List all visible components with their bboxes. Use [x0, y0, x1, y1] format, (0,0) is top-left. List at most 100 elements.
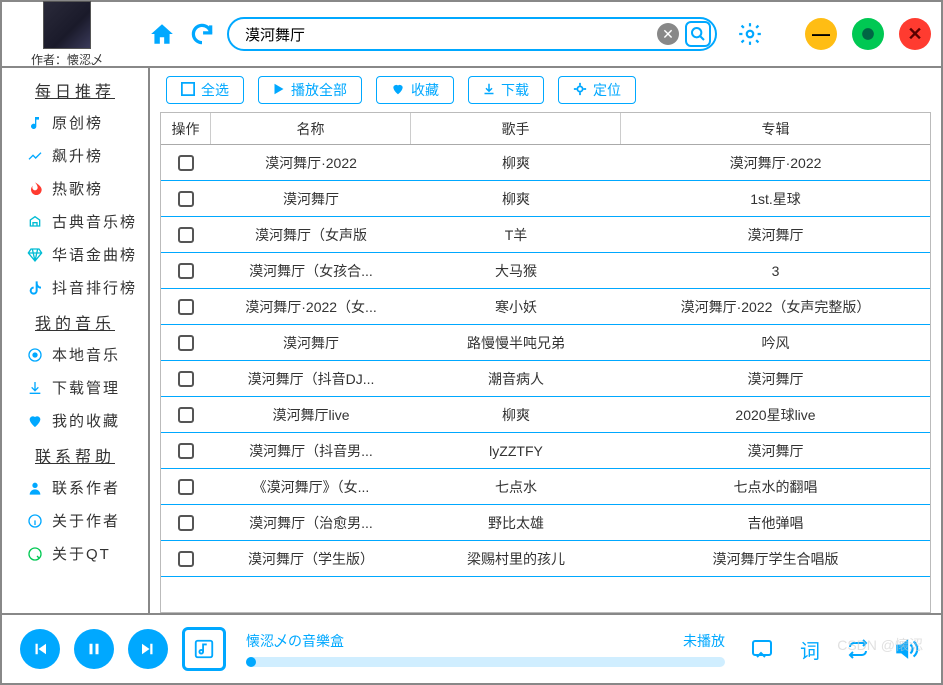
sidebar-item-label: 联系作者	[52, 477, 120, 498]
table-row[interactable]: 漠河舞厅（抖音男... lyZZTFY 漠河舞厅	[161, 433, 930, 469]
locate-button[interactable]: 定位	[558, 76, 636, 104]
content: 全选 播放全部 收藏 下载 定位 操作 名称 歌手	[150, 68, 941, 613]
table-row[interactable]: 漠河舞厅（学生版） 梁赐村里的孩儿 漠河舞厅学生合唱版	[161, 541, 930, 577]
minimize-button[interactable]: —	[805, 18, 837, 50]
table-row[interactable]: 漠河舞厅（女声版 T羊 漠河舞厅	[161, 217, 930, 253]
next-button[interactable]	[128, 629, 168, 669]
cell-artist: 寒小妖	[411, 297, 621, 317]
table-row[interactable]: 漠河舞厅·2022（女... 寒小妖 漠河舞厅·2022（女声完整版）	[161, 289, 930, 325]
lyric-button[interactable]: 词	[793, 632, 827, 666]
sidebar-item-label: 热歌榜	[52, 178, 103, 199]
sidebar-item-diamond[interactable]: 华语金曲榜	[2, 238, 148, 271]
cell-name: 漠河舞厅live	[211, 405, 411, 425]
sidebar-item-fire[interactable]: 热歌榜	[2, 172, 148, 205]
sidebar-item-classic[interactable]: 古典音乐榜	[2, 205, 148, 238]
table-row[interactable]: 漠河舞厅 路慢慢半吨兄弟 吟风	[161, 325, 930, 361]
prev-button[interactable]	[20, 629, 60, 669]
cell-name: 漠河舞厅（女孩合...	[211, 261, 411, 281]
search-input[interactable]	[245, 19, 657, 49]
playlist-icon[interactable]	[745, 632, 779, 666]
sidebar-item-chart[interactable]: 飙升榜	[2, 139, 148, 172]
cell-name: 漠河舞厅	[211, 333, 411, 353]
cell-artist: 七点水	[411, 477, 621, 497]
cell-artist: 柳爽	[411, 189, 621, 209]
locate-icon	[573, 82, 587, 99]
row-checkbox[interactable]	[161, 551, 211, 567]
author-label: 作者：懐涊乄	[31, 51, 103, 68]
sidebar-item-note[interactable]: 原创榜	[2, 106, 148, 139]
sidebar-item-qt[interactable]: 关于QT	[2, 537, 148, 570]
row-checkbox[interactable]	[161, 155, 211, 171]
play-all-button[interactable]: 播放全部	[258, 76, 362, 104]
table-row[interactable]: 漠河舞厅live 柳爽 2020星球live	[161, 397, 930, 433]
gear-icon[interactable]	[735, 19, 765, 49]
note-icon	[26, 114, 44, 132]
row-checkbox[interactable]	[161, 191, 211, 207]
refresh-icon[interactable]	[187, 19, 217, 49]
sidebar-item-label: 关于QT	[52, 543, 111, 564]
cell-name: 漠河舞厅·2022（女...	[211, 297, 411, 317]
row-checkbox[interactable]	[161, 335, 211, 351]
select-all-button[interactable]: 全选	[166, 76, 244, 104]
sidebar-header-contact: 联系帮助	[2, 437, 148, 471]
favorite-button[interactable]: 收藏	[376, 76, 454, 104]
table-row[interactable]: 漠河舞厅（女孩合... 大马猴 3	[161, 253, 930, 289]
sidebar: 每日推荐 原创榜飙升榜热歌榜古典音乐榜华语金曲榜抖音排行榜 我的音乐 本地音乐下…	[2, 68, 150, 613]
sidebar-header-daily: 每日推荐	[2, 72, 148, 106]
row-checkbox[interactable]	[161, 227, 211, 243]
table-body: 漠河舞厅·2022 柳爽 漠河舞厅·2022 漠河舞厅 柳爽 1st.星球 漠河…	[161, 145, 930, 612]
table-header: 操作 名称 歌手 专辑	[161, 113, 930, 145]
cell-name: 漠河舞厅（女声版	[211, 225, 411, 245]
table-row[interactable]: 漠河舞厅（治愈男... 野比太雄 吉他弹唱	[161, 505, 930, 541]
fire-icon	[26, 180, 44, 198]
sidebar-item-heart[interactable]: 我的收藏	[2, 404, 148, 437]
sidebar-item-label: 古典音乐榜	[52, 211, 137, 232]
col-album[interactable]: 专辑	[621, 113, 930, 144]
col-op[interactable]: 操作	[161, 113, 211, 144]
col-artist[interactable]: 歌手	[411, 113, 621, 144]
search-icon[interactable]	[685, 21, 711, 47]
sidebar-item-download[interactable]: 下载管理	[2, 371, 148, 404]
cell-name: 漠河舞厅（治愈男...	[211, 513, 411, 533]
row-checkbox[interactable]	[161, 407, 211, 423]
play-status: 未播放	[683, 631, 725, 651]
pause-button[interactable]	[74, 629, 114, 669]
locate-label: 定位	[593, 80, 621, 100]
sidebar-item-tiktok[interactable]: 抖音排行榜	[2, 271, 148, 304]
home-icon[interactable]	[147, 19, 177, 49]
loop-icon[interactable]	[841, 632, 875, 666]
cell-album: 漠河舞厅	[621, 369, 930, 389]
row-checkbox[interactable]	[161, 263, 211, 279]
cell-album: 吉他弹唱	[621, 513, 930, 533]
progress-bar[interactable]	[246, 657, 725, 667]
table-row[interactable]: 《漠河舞厅》（女... 七点水 七点水的翻唱	[161, 469, 930, 505]
clear-icon[interactable]: ✕	[657, 23, 679, 45]
sidebar-item-disc[interactable]: 本地音乐	[2, 338, 148, 371]
cell-name: 漠河舞厅	[211, 189, 411, 209]
close-button[interactable]: ✕	[899, 18, 931, 50]
volume-icon[interactable]	[889, 632, 923, 666]
sidebar-item-label: 下载管理	[52, 377, 120, 398]
table-row[interactable]: 漠河舞厅 柳爽 1st.星球	[161, 181, 930, 217]
row-checkbox[interactable]	[161, 299, 211, 315]
row-checkbox[interactable]	[161, 479, 211, 495]
track-title: 懐涊乄の音樂盒	[246, 631, 344, 651]
play-all-label: 播放全部	[291, 80, 347, 100]
favorite-label: 收藏	[411, 80, 439, 100]
cell-album: 七点水的翻唱	[621, 477, 930, 497]
col-name[interactable]: 名称	[211, 113, 411, 144]
table-row[interactable]: 漠河舞厅·2022 柳爽 漠河舞厅·2022	[161, 145, 930, 181]
table-row[interactable]: 漠河舞厅（抖音DJ... 潮音病人 漠河舞厅	[161, 361, 930, 397]
sidebar-item-user[interactable]: 联系作者	[2, 471, 148, 504]
cover-icon[interactable]	[182, 627, 226, 671]
row-checkbox[interactable]	[161, 371, 211, 387]
cell-album: 1st.星球	[621, 189, 930, 209]
cell-artist: 梁赐村里的孩儿	[411, 549, 621, 569]
sidebar-item-info[interactable]: 关于作者	[2, 504, 148, 537]
sidebar-item-label: 华语金曲榜	[52, 244, 137, 265]
maximize-button[interactable]	[852, 18, 884, 50]
row-checkbox[interactable]	[161, 515, 211, 531]
sidebar-item-label: 本地音乐	[52, 344, 120, 365]
row-checkbox[interactable]	[161, 443, 211, 459]
download-button[interactable]: 下载	[468, 76, 544, 104]
